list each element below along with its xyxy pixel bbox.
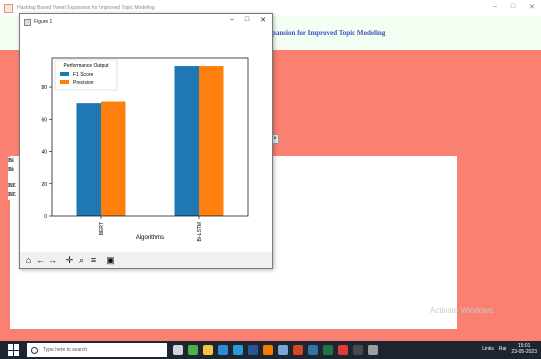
bar-f1-score [174,66,199,217]
x-tick-label: Bi-LSTM [197,222,203,241]
legend-entry: F1 Score [73,72,94,78]
bar-f1-score [76,103,101,216]
taskbar-clock[interactable]: 15:01 23-05-2023 [511,343,537,355]
app-maximize-button[interactable]: □ [511,3,515,11]
start-tile [14,344,19,350]
taskbar-pinned-apps [173,345,378,355]
app-window-controls: – □ ✕ [493,3,535,11]
forward-arrow-icon[interactable]: → [47,254,58,266]
windows-start-button[interactable] [8,344,20,356]
python-icon[interactable] [308,345,318,355]
figure-close-button[interactable]: ✕ [260,16,266,24]
excel-icon[interactable] [323,345,333,355]
app-minimize-button[interactable]: – [493,3,497,11]
y-tick-label: 60 [41,117,47,123]
tray-links[interactable]: Links [482,346,494,352]
zoom-icon[interactable]: ⌕ [76,254,87,266]
firefox-icon[interactable] [263,345,273,355]
legend-swatch [60,72,69,76]
figure-window-controls: – □ ✕ [230,16,266,24]
legend-entry: Precision [73,80,94,86]
save-icon[interactable]: ▣ [105,254,116,266]
settings-icon[interactable] [368,345,378,355]
figure-title: Figure 1 [34,19,53,25]
home-icon[interactable]: ⌂ [23,254,34,266]
activate-windows-watermark: Activate Windows [430,306,494,315]
pan-icon[interactable]: ✛ [64,254,75,266]
figure-titlebar: Figure 1 – □ ✕ [20,14,272,30]
figure-maximize-button[interactable]: □ [245,16,249,24]
store-icon[interactable] [218,345,228,355]
app-header-title: pansion for Improved Topic Modeling [272,29,386,37]
clock-date: 23-05-2023 [511,349,537,355]
file-explorer-icon[interactable] [203,345,213,355]
x-axis-label: Algorithms [136,235,164,241]
configure-subplots-icon[interactable]: ≡ [88,254,99,266]
legend-swatch [60,80,69,84]
y-tick-label: 80 [41,85,47,91]
notepad-icon[interactable] [278,345,288,355]
task-view-icon[interactable] [173,345,183,355]
word-icon[interactable] [248,345,258,355]
y-tick-label: 0 [44,214,47,220]
powerpoint-icon[interactable] [293,345,303,355]
back-arrow-icon[interactable]: ← [35,254,46,266]
pdf-icon[interactable] [338,345,348,355]
start-tile [8,344,13,350]
x-tick-label: BERT [99,222,105,235]
bar-precision [199,66,224,217]
app-icon [4,3,13,13]
terminal-icon[interactable] [353,345,363,355]
taskbar: Type here to search Links Rai 15:01 23-0… [0,341,541,359]
tray-weather[interactable]: Rai [499,346,507,352]
edge-icon[interactable] [233,345,243,355]
legend-title: Performance Output [63,63,109,69]
figure-window: Figure 1 – □ ✕ BERT Bi-LSTM 0 20 40 60 80 Algor… [19,13,273,269]
taskbar-search-placeholder: Type here to search [43,347,88,353]
chrome-icon[interactable] [188,345,198,355]
start-tile [14,350,19,356]
start-tile [8,350,13,356]
figure-toolbar: ⌂ ← → ✛ ⌕ ≡ ▣ [20,252,272,268]
bar-chart: BERT Bi-LSTM 0 20 40 60 80 Algorithms Performanc… [41,57,249,241]
system-tray: Links Rai 15:01 23-05-2023 [482,343,537,355]
app-title: Hashtag Based Tweet Expansion for Improv… [17,5,155,11]
y-tick-label: 20 [41,182,47,188]
figure-icon [24,18,31,26]
y-tick-label: 40 [41,150,47,156]
taskbar-search-box[interactable]: Type here to search [27,343,167,357]
figure-canvas: BERT Bi-LSTM 0 20 40 60 80 Algorithms Performanc… [20,30,272,252]
bar-precision [101,101,126,216]
figure-minimize-button[interactable]: – [230,16,234,24]
search-icon [31,346,38,354]
app-close-button[interactable]: ✕ [529,3,535,11]
